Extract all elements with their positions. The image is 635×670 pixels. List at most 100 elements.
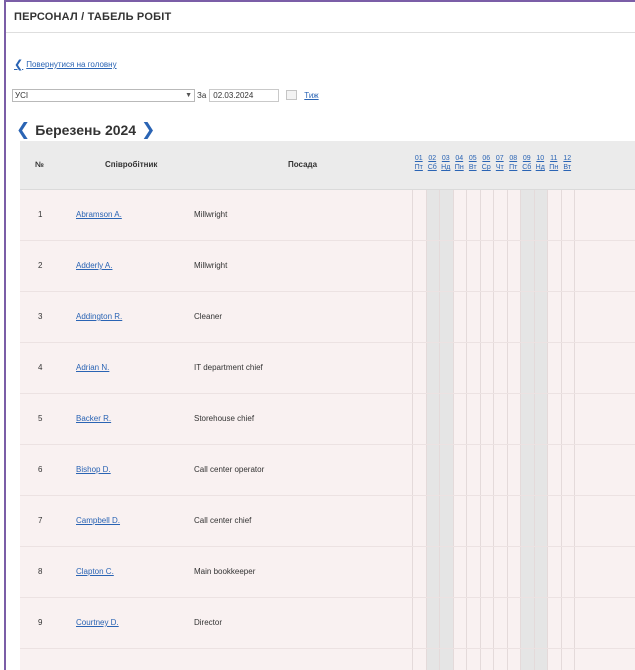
day-header[interactable]: 10 Нд <box>534 154 548 172</box>
grid-line <box>493 547 494 597</box>
day-number[interactable]: 08 <box>507 154 521 163</box>
grid-line <box>520 547 521 597</box>
row-number: 2 <box>38 261 43 270</box>
week-link[interactable]: Тиж <box>304 91 318 100</box>
day-weekday[interactable]: Чт <box>493 163 507 172</box>
day-weekday[interactable]: Ср <box>480 163 494 172</box>
day-weekday[interactable]: Нд <box>534 163 548 172</box>
grid-line <box>452 496 454 546</box>
calendar-icon[interactable] <box>286 90 298 100</box>
day-header[interactable]: 04 Пн <box>453 154 467 172</box>
date-field[interactable]: 02.03.2024 <box>209 88 280 102</box>
back-link-label[interactable]: Повернутися на головну <box>26 60 116 69</box>
position-text: Main bookkeeper <box>194 567 256 576</box>
day-number[interactable]: 09 <box>520 154 534 163</box>
day-header[interactable]: 11 Пн <box>547 154 561 172</box>
grid-line <box>560 394 562 444</box>
row-number: 6 <box>38 465 43 474</box>
day-header[interactable]: 03 Нд <box>439 154 453 172</box>
page-title: ПЕРСОНАЛ / ТАБЕЛЬ РОБІТ <box>6 2 635 33</box>
position-text: Millwright <box>194 210 228 219</box>
day-weekday[interactable]: Пт <box>507 163 521 172</box>
day-header[interactable]: 12 Вт <box>561 154 575 172</box>
day-header[interactable]: 09 Сб <box>520 154 534 172</box>
day-number[interactable]: 07 <box>493 154 507 163</box>
grid-line <box>439 547 440 597</box>
grid-line <box>479 241 481 291</box>
filter-bar: УСІ ▼ За 02.03.2024 Тиж <box>12 87 319 103</box>
grid-line <box>425 343 427 393</box>
day-header[interactable]: 02 Сб <box>426 154 440 172</box>
day-header[interactable]: 01 Пт <box>412 154 426 172</box>
grid-line <box>533 292 535 342</box>
grid-line <box>533 496 535 546</box>
day-weekday[interactable]: Нд <box>439 163 453 172</box>
day-weekday[interactable]: Пн <box>547 163 561 172</box>
day-number[interactable]: 11 <box>547 154 561 163</box>
day-header[interactable]: 07 Чт <box>493 154 507 172</box>
employee-link[interactable]: Clapton C. <box>76 567 114 576</box>
grid-line <box>574 547 575 597</box>
day-weekday[interactable]: Пн <box>453 163 467 172</box>
day-number[interactable]: 05 <box>466 154 480 163</box>
grid-line <box>506 598 508 648</box>
weekend-cell <box>533 598 547 648</box>
day-number[interactable]: 06 <box>480 154 494 163</box>
grid-line <box>452 292 454 342</box>
table-row: 2 Adderly A. Millwright <box>20 241 635 292</box>
position-text: IT department chief <box>194 363 263 372</box>
grid-line <box>533 190 535 240</box>
day-weekday[interactable]: Сб <box>426 163 440 172</box>
grid-line <box>439 394 440 444</box>
employee-link[interactable]: Campbell D. <box>76 516 120 525</box>
prev-month-icon[interactable]: ❮ <box>16 120 30 140</box>
row-number: 8 <box>38 567 43 576</box>
department-select[interactable]: УСІ ▼ <box>12 88 195 102</box>
grid-line <box>574 394 575 444</box>
employee-link[interactable]: Abramson A. <box>76 210 122 219</box>
grid-line <box>493 598 494 648</box>
grid-line <box>425 598 427 648</box>
employee-link[interactable]: Courtney D. <box>76 618 119 627</box>
grid-line <box>466 496 467 546</box>
weekend-cell <box>520 649 534 670</box>
grid-line <box>574 241 575 291</box>
chevron-down-icon[interactable]: ▼ <box>185 90 192 101</box>
weekend-cell <box>520 394 534 444</box>
day-number[interactable]: 12 <box>561 154 575 163</box>
employee-link[interactable]: Adderly A. <box>76 261 112 270</box>
day-header[interactable]: 05 Вт <box>466 154 480 172</box>
day-number[interactable]: 03 <box>439 154 453 163</box>
row-number: 1 <box>38 210 43 219</box>
back-link[interactable]: ❮ Повернутися на головну <box>14 58 117 71</box>
weekend-cell <box>520 292 534 342</box>
grid-line <box>520 190 521 240</box>
employee-link[interactable]: Addington R. <box>76 312 122 321</box>
month-label: Березень 2024 <box>35 122 137 138</box>
next-month-icon[interactable]: ❯ <box>141 120 155 140</box>
grid-line <box>452 190 454 240</box>
day-number[interactable]: 10 <box>534 154 548 163</box>
grid-line <box>574 445 575 495</box>
day-weekday[interactable]: Вт <box>466 163 480 172</box>
day-number[interactable]: 04 <box>453 154 467 163</box>
day-header[interactable]: 06 Ср <box>480 154 494 172</box>
employee-link[interactable]: Bishop D. <box>76 465 111 474</box>
department-select-value: УСІ <box>15 90 29 100</box>
grid-line <box>425 394 427 444</box>
weekend-cell <box>439 343 453 393</box>
grid-line <box>439 241 440 291</box>
day-weekday[interactable]: Сб <box>520 163 534 172</box>
day-number[interactable]: 01 <box>412 154 426 163</box>
grid-line <box>574 190 575 240</box>
grid-line <box>493 292 494 342</box>
day-header[interactable]: 08 Пт <box>507 154 521 172</box>
grid-line <box>520 343 521 393</box>
day-number[interactable]: 02 <box>426 154 440 163</box>
employee-link[interactable]: Adrian N. <box>76 363 109 372</box>
day-weekday[interactable]: Пт <box>412 163 426 172</box>
day-weekday[interactable]: Вт <box>561 163 575 172</box>
weekend-cell <box>533 241 547 291</box>
employee-link[interactable]: Backer R. <box>76 414 111 423</box>
table-row: 6 Bishop D. Call center operator <box>20 445 635 496</box>
